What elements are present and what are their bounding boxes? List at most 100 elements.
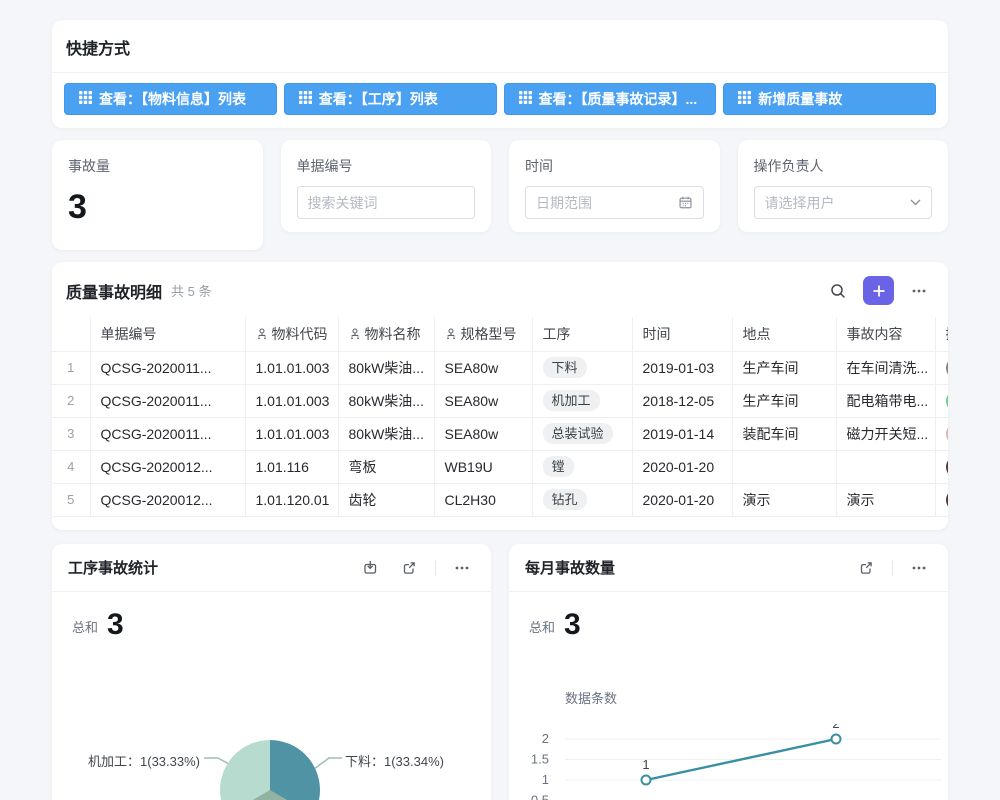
- col-content: 事故内容: [836, 317, 935, 351]
- search-icon[interactable]: [825, 278, 851, 304]
- line-chart[interactable]: 00.511.52122018年12月2019年01月时间（月）: [521, 724, 945, 800]
- cell-name: 80kW柴油...: [338, 417, 434, 450]
- cell-code: 1.01.120.01: [245, 483, 338, 516]
- table-actions: [825, 276, 932, 305]
- search-keyword-field[interactable]: [308, 195, 465, 211]
- process-tag: 总装试验: [543, 423, 613, 445]
- svg-text:1: 1: [542, 772, 549, 787]
- date-range-field[interactable]: [536, 195, 672, 211]
- calendar-icon: [678, 195, 693, 210]
- dashboard-page: 快捷方式 查看：【物料信息】列表 查看：【工序】列表 查看：【质量事故记录】..…: [0, 0, 1000, 800]
- button-label: 查看：【工序】列表: [319, 89, 438, 109]
- view-material-list-button[interactable]: 查看：【物料信息】列表: [64, 83, 277, 115]
- cell-place: 装配车间: [732, 417, 836, 450]
- operator-select[interactable]: 请选择用户: [754, 186, 933, 219]
- cell-process: 机加工: [532, 384, 632, 417]
- operator-filter-card: 操作负责人 请选择用户: [738, 140, 949, 232]
- doc-number-label: 单据编号: [297, 156, 476, 176]
- avatar: [946, 390, 949, 412]
- relation-icon: [445, 328, 457, 340]
- more-icon[interactable]: [906, 555, 932, 581]
- table-row[interactable]: 4 QCSG-2020012... 1.01.116 弯板 WB19U 镗 20…: [52, 450, 948, 483]
- y-axis-label: 数据条数: [565, 688, 617, 707]
- cell-spec: SEA80w: [434, 417, 532, 450]
- cell-doc: QCSG-2020011...: [90, 351, 245, 384]
- view-process-list-button[interactable]: 查看：【工序】列表: [284, 83, 497, 115]
- monthly-incidents-card: 每月事故数量 总和 3 数据条数 00.511.52122018年: [509, 544, 948, 800]
- view-incident-record-button[interactable]: 查看：【质量事故记录】...: [504, 83, 717, 115]
- pie-label-machining: 机加工：1(33.33%): [56, 751, 200, 770]
- cell-content: 在车间清洗...: [836, 351, 935, 384]
- process-tag: 钻孔: [543, 489, 587, 511]
- cell-time: 2018-12-05: [632, 384, 732, 417]
- button-label: 新增质量事故: [758, 89, 842, 109]
- charts-row: 工序事故统计 总和 3: [52, 544, 948, 800]
- pie-chart[interactable]: [220, 740, 320, 800]
- cell-name: 弯板: [338, 450, 434, 483]
- cell-name: 80kW柴油...: [338, 384, 434, 417]
- cell-process: 钻孔: [532, 483, 632, 516]
- grid-icon: [519, 91, 532, 107]
- cell-process: 下料: [532, 351, 632, 384]
- cell-time: 2020-01-20: [632, 450, 732, 483]
- date-range-input[interactable]: [525, 186, 704, 219]
- download-icon[interactable]: [357, 555, 383, 581]
- table-row[interactable]: 5 QCSG-2020012... 1.01.120.01 齿轮 CL2H30 …: [52, 483, 948, 516]
- cell-code: 1.01.116: [245, 450, 338, 483]
- svg-text:2: 2: [832, 724, 839, 731]
- more-icon[interactable]: [449, 555, 475, 581]
- total-label: 总和: [72, 617, 98, 640]
- button-label: 查看：【物料信息】列表: [99, 89, 246, 109]
- cell-doc: QCSG-2020012...: [90, 483, 245, 516]
- incident-count-card: 事故量 3: [52, 140, 263, 250]
- total-label: 总和: [529, 617, 555, 640]
- table-row[interactable]: 1 QCSG-2020011... 1.01.01.003 80kW柴油... …: [52, 351, 948, 384]
- doc-number-filter-card: 单据编号: [281, 140, 492, 232]
- cell-content: 配电箱带电...: [836, 384, 935, 417]
- col-operator: 操作负责人: [935, 317, 948, 351]
- divider: [892, 561, 893, 575]
- cell-code: 1.01.01.003: [245, 351, 338, 384]
- grid-icon: [738, 91, 751, 107]
- avatar: [946, 456, 949, 478]
- col-material-code: 物料代码: [245, 317, 338, 351]
- chart-header: 每月事故数量: [509, 544, 948, 592]
- doc-number-search-input[interactable]: [297, 186, 476, 219]
- add-incident-button[interactable]: 新增质量事故: [723, 83, 936, 115]
- cell-place: 演示: [732, 483, 836, 516]
- process-stats-card: 工序事故统计 总和 3: [52, 544, 491, 800]
- cell-content: 磁力开关短...: [836, 417, 935, 450]
- table-row[interactable]: 2 QCSG-2020011... 1.01.01.003 80kW柴油... …: [52, 384, 948, 417]
- cell-place: [732, 450, 836, 483]
- cell-content: 演示: [836, 483, 935, 516]
- table-header-row: 单据编号 物料代码 物料名称 规格型号 工序 时间 地点 事故内容 操作负责人: [52, 317, 948, 351]
- col-rownum: [52, 317, 90, 351]
- col-spec-model: 规格型号: [434, 317, 532, 351]
- chart-title: 每月事故数量: [525, 557, 615, 578]
- expand-icon[interactable]: [396, 555, 422, 581]
- incident-count-value: 3: [68, 190, 247, 224]
- process-tag: 镗: [543, 456, 574, 478]
- cell-spec: WB19U: [434, 450, 532, 483]
- cell-content: [836, 450, 935, 483]
- incident-count-label: 事故量: [68, 156, 247, 176]
- process-tag: 下料: [543, 357, 587, 379]
- chart-title: 工序事故统计: [68, 557, 158, 578]
- cell-code: 1.01.01.003: [245, 384, 338, 417]
- add-record-button[interactable]: [863, 276, 894, 305]
- cell-time: 2019-01-14: [632, 417, 732, 450]
- expand-icon[interactable]: [853, 555, 879, 581]
- incident-table-card: 质量事故明细 共 5 条 单据编号: [52, 262, 948, 530]
- col-time: 时间: [632, 317, 732, 351]
- cell-doc: QCSG-2020011...: [90, 384, 245, 417]
- quick-actions-card: 快捷方式 查看：【物料信息】列表 查看：【工序】列表 查看：【质量事故记录】..…: [52, 20, 948, 128]
- cell-place: 生产车间: [732, 351, 836, 384]
- table-row[interactable]: 3 QCSG-2020011... 1.01.01.003 80kW柴油... …: [52, 417, 948, 450]
- table-header-bar: 质量事故明细 共 5 条: [52, 262, 948, 317]
- more-icon[interactable]: [906, 278, 932, 304]
- cell-spec: CL2H30: [434, 483, 532, 516]
- col-doc-number: 单据编号: [90, 317, 245, 351]
- cell-name: 齿轮: [338, 483, 434, 516]
- col-place: 地点: [732, 317, 836, 351]
- pie-chart-area: 总和 3 机加工：1(33.33%) 下料：1(33.34%) 总装试验：1(3…: [52, 592, 491, 800]
